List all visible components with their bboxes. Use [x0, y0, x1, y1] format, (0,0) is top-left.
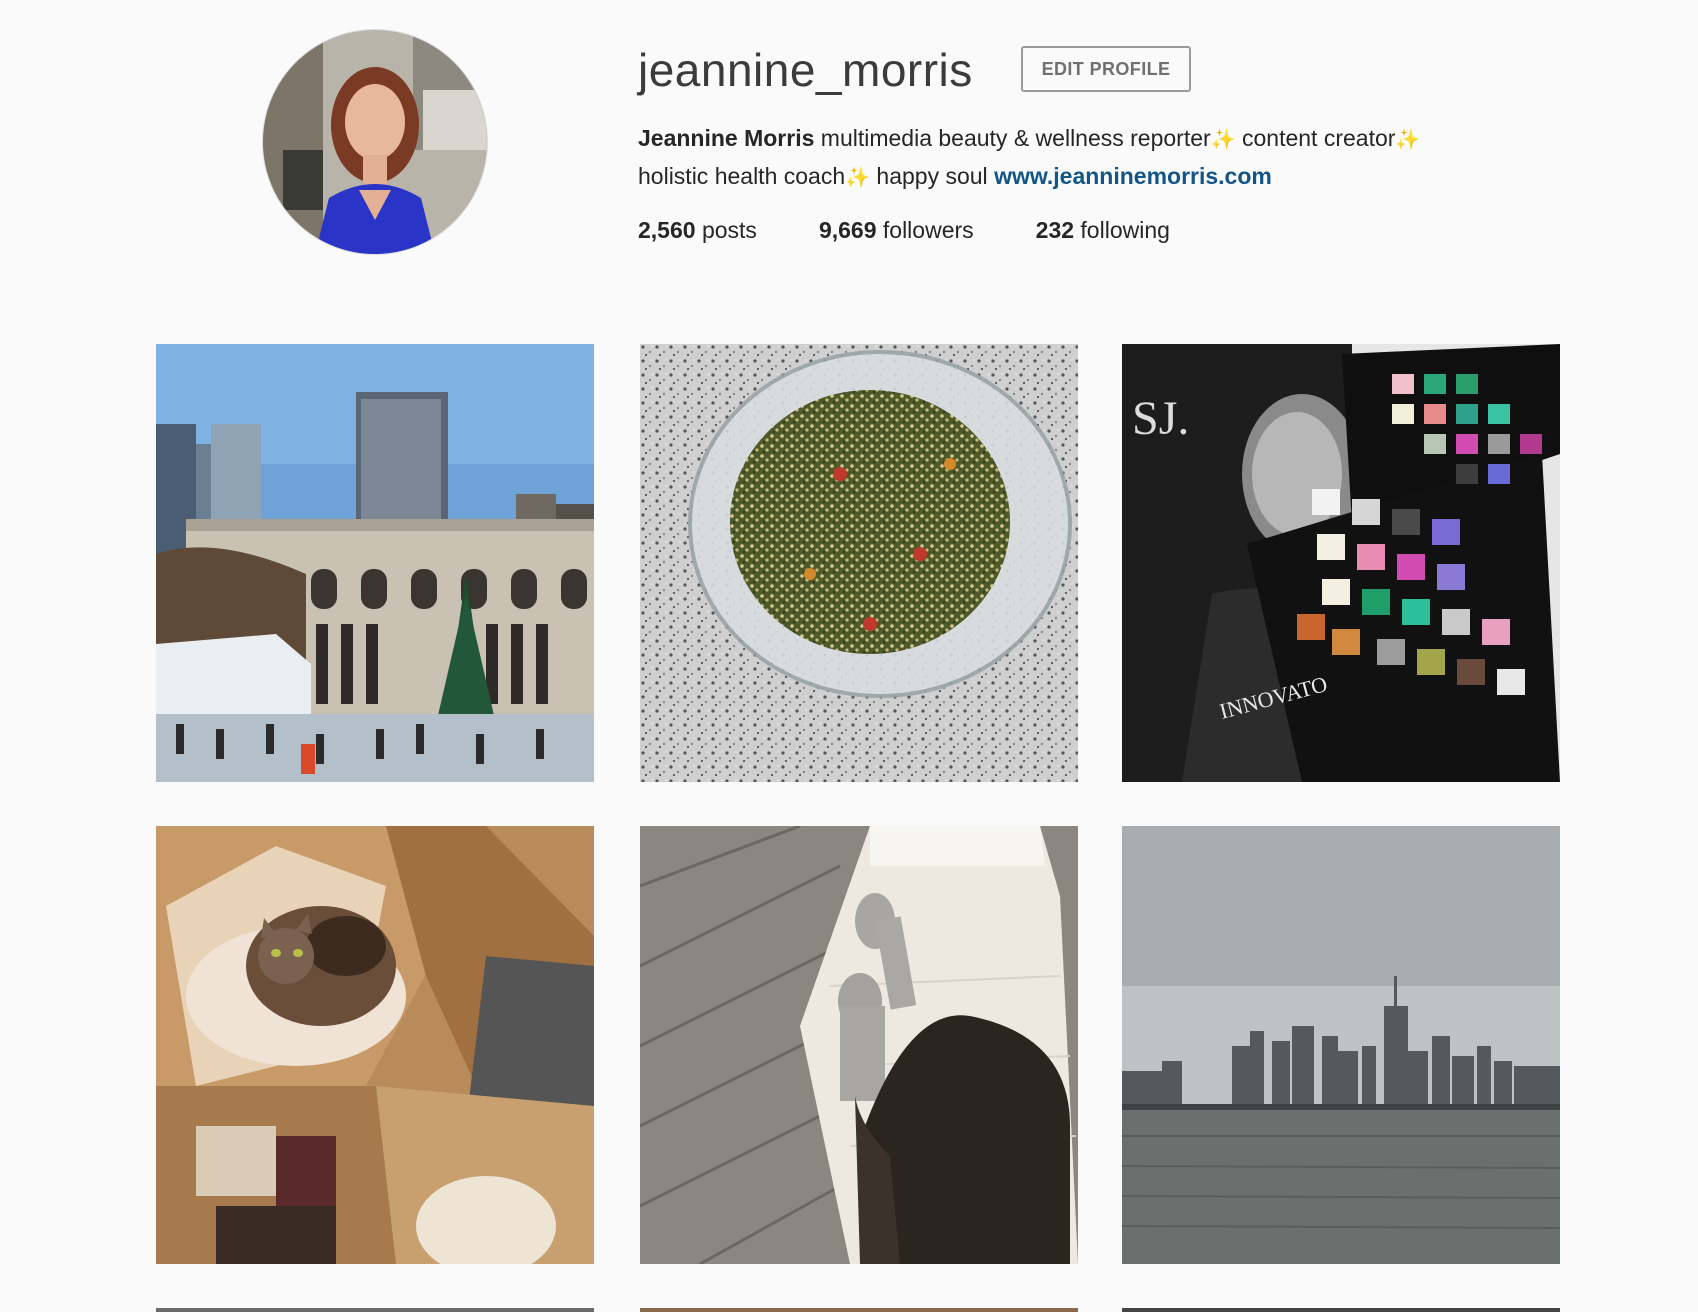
profile-page: jeannine_morris EDIT PROFILE Jeannine Mo… [0, 0, 1698, 1312]
followers-link[interactable]: 9,669 followers [819, 212, 974, 248]
bio-text-1: multimedia beauty & wellness reporter [814, 125, 1211, 151]
sparkles-icon: ✨ [1395, 129, 1421, 151]
post-thumbnail[interactable] [1122, 1308, 1560, 1312]
edit-profile-button[interactable]: EDIT PROFILE [1021, 46, 1191, 92]
post-thumbnail[interactable] [640, 344, 1078, 782]
profile-avatar[interactable] [263, 30, 487, 254]
profile-bio: Jeannine Morris multimedia beauty & well… [638, 120, 1478, 196]
post-thumbnail[interactable] [1122, 826, 1560, 1264]
posts-label: posts [695, 217, 757, 243]
profile-stats: 2,560 posts 9,669 followers 232 followin… [638, 212, 1170, 248]
followers-number: 9,669 [818, 217, 877, 243]
profile-full-name: Jeannine Morris [638, 125, 815, 151]
post-thumbnail[interactable] [640, 826, 1078, 1264]
sparkles-icon: ✨ [1210, 129, 1236, 151]
posts-count: 2,560 posts [638, 212, 757, 248]
bio-text-2: content creator [1235, 125, 1396, 151]
following-label: following [1074, 217, 1170, 243]
sparkles-icon: ✨ [845, 167, 871, 189]
bio-text-3: holistic health coach [638, 163, 846, 189]
posts-number: 2,560 [638, 217, 696, 243]
following-link[interactable]: 232 following [1036, 212, 1170, 248]
profile-website-link[interactable]: www.jeanninemorris.com [994, 163, 1272, 189]
svg-text:SJ.: SJ. [1132, 392, 1189, 445]
following-number: 232 [1035, 217, 1075, 243]
post-thumbnail[interactable] [156, 344, 594, 782]
post-thumbnail[interactable] [156, 1308, 594, 1312]
post-thumbnail[interactable] [640, 1308, 1078, 1312]
followers-label: followers [876, 217, 974, 243]
bio-text-4: happy soul [870, 163, 995, 189]
post-thumbnail[interactable]: SJ. INNOVATO [1122, 344, 1560, 782]
profile-username: jeannine_morris [638, 44, 973, 96]
post-thumbnail[interactable] [156, 826, 594, 1264]
